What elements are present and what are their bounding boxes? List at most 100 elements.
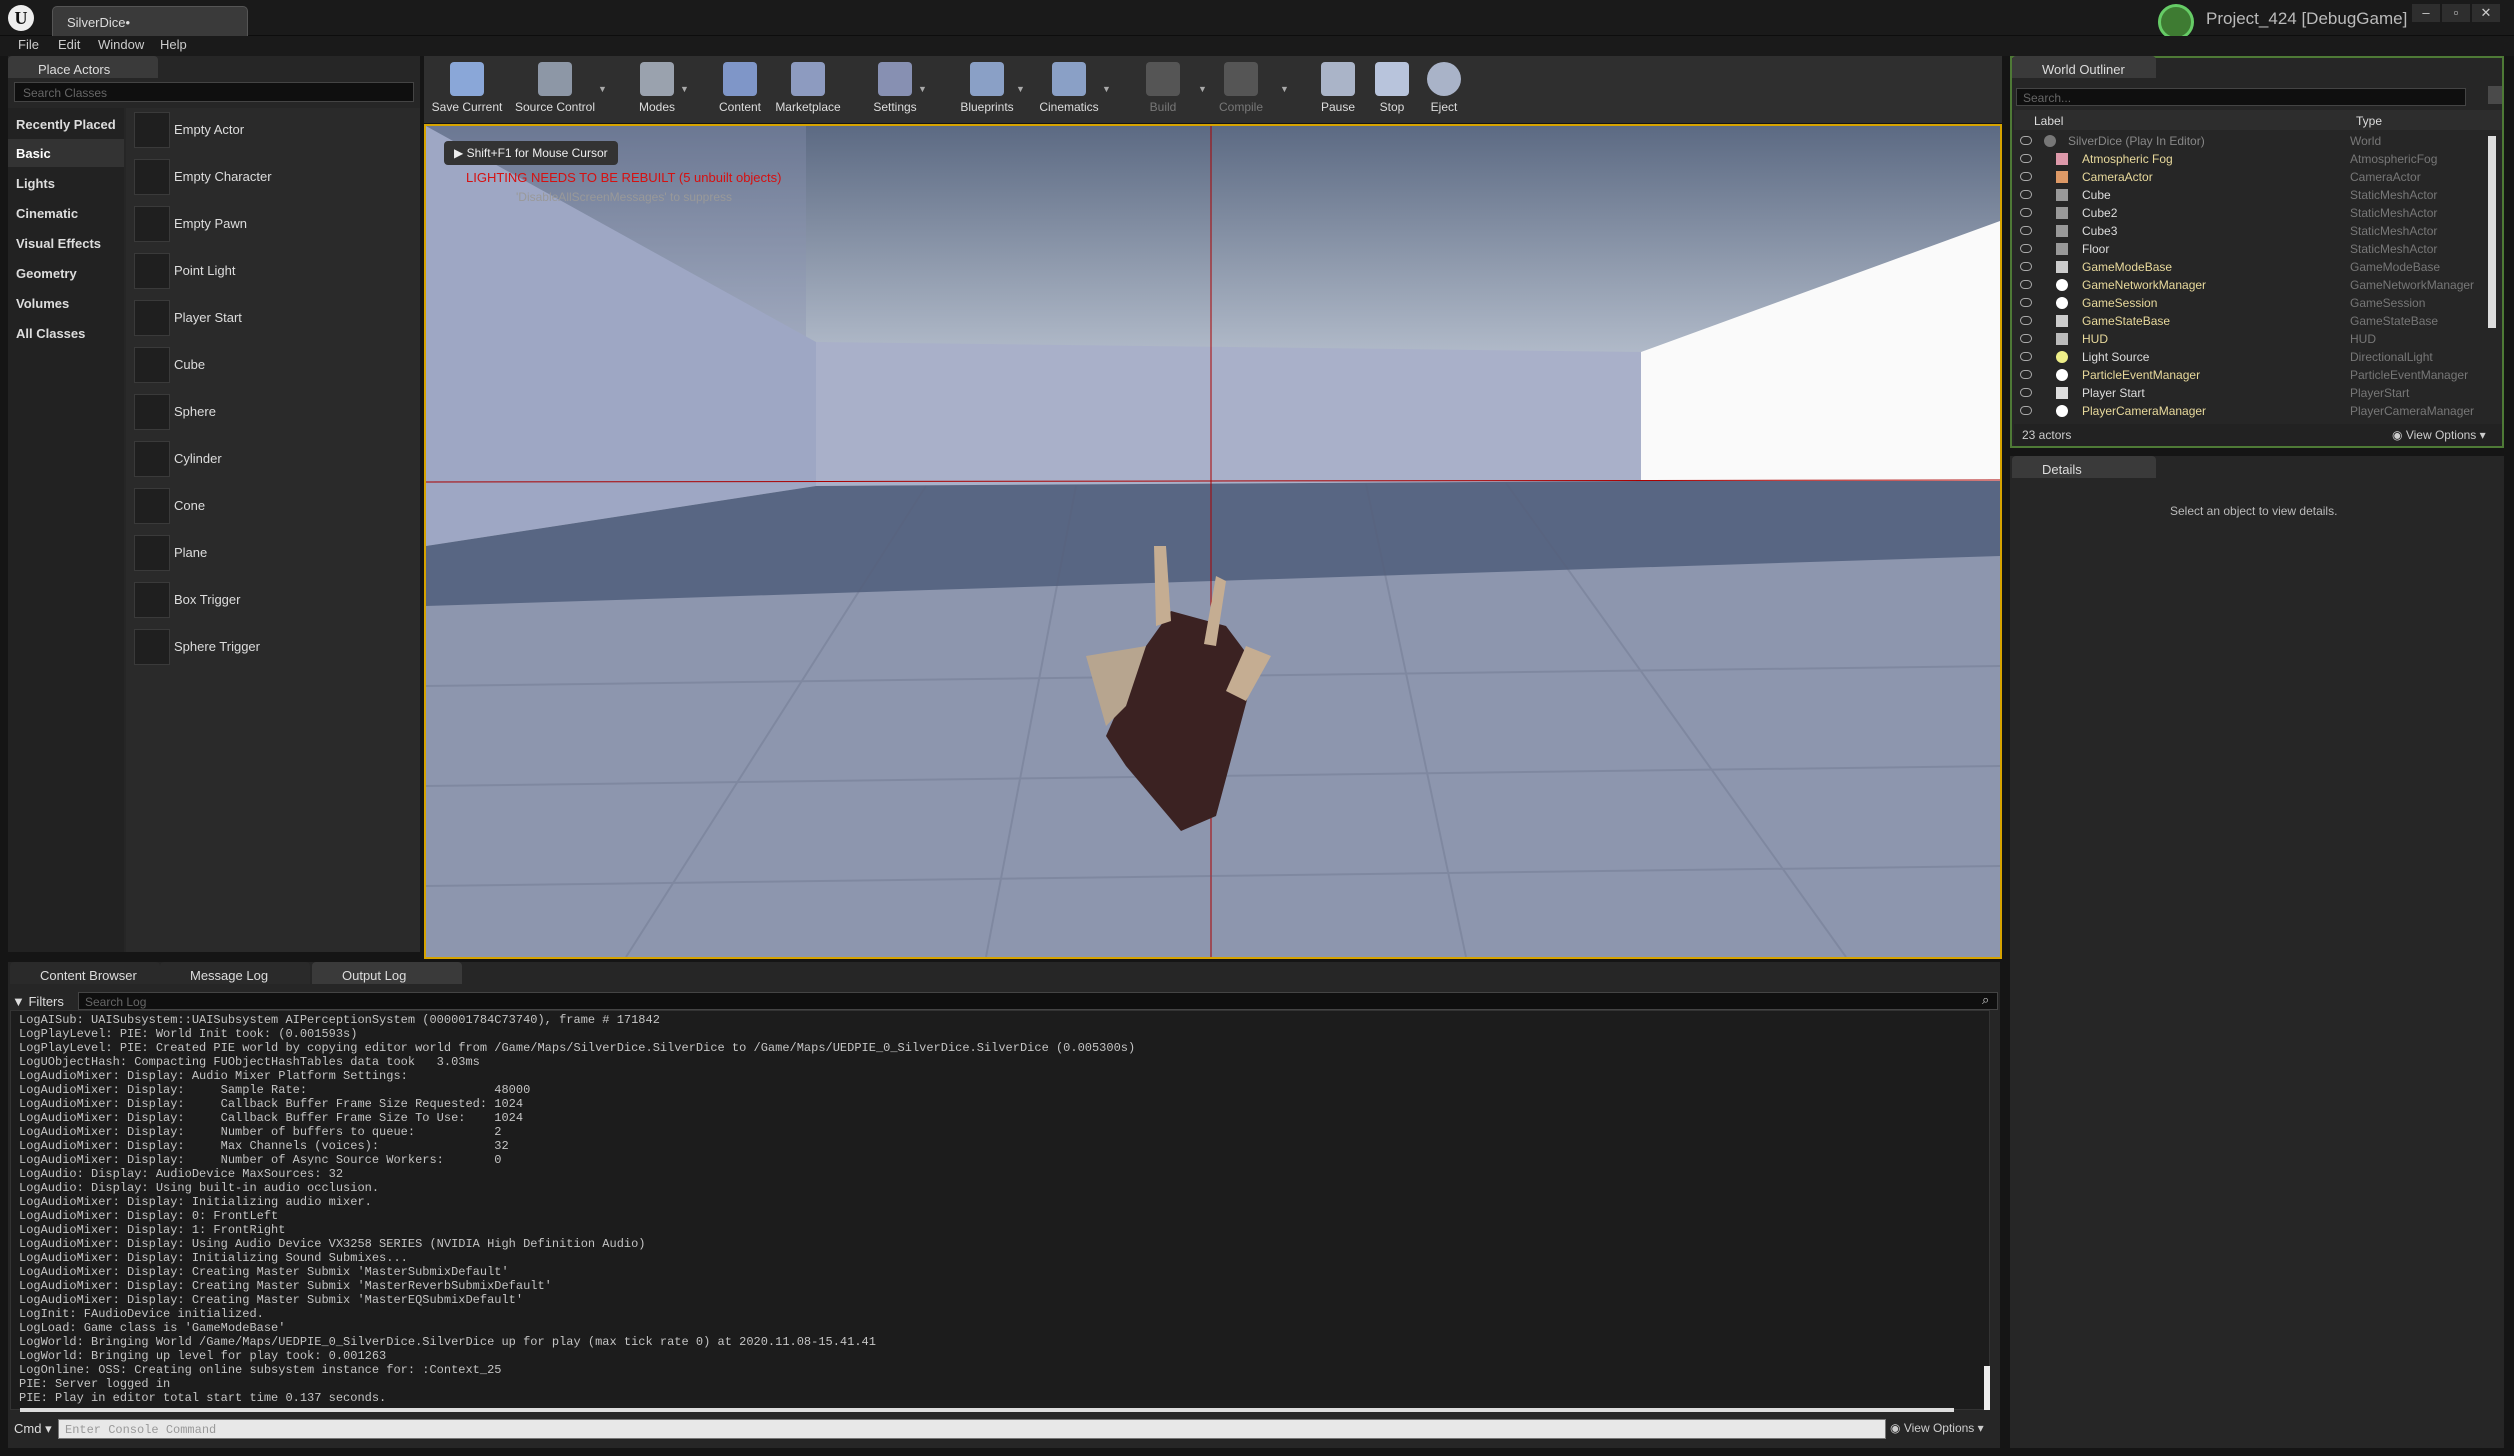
outliner-row[interactable]: HUD HUD (2014, 330, 2486, 348)
menu-file[interactable]: File (18, 37, 39, 52)
visibility-icon[interactable] (2020, 172, 2032, 181)
visibility-icon[interactable] (2020, 298, 2032, 307)
outliner-row[interactable]: CameraActor CameraActor (2014, 168, 2486, 186)
outliner-row[interactable]: Player Start PlayerStart (2014, 384, 2486, 402)
outliner-row[interactable]: Cube StaticMeshActor (2014, 186, 2486, 204)
visibility-icon[interactable] (2020, 388, 2032, 397)
marketplace-button[interactable]: Marketplace (772, 58, 844, 124)
column-type[interactable]: Type (2356, 114, 2382, 128)
category-recently-placed[interactable]: Recently Placed (8, 110, 124, 138)
outliner-row[interactable]: GameNetworkManager GameNetworkManager (2014, 276, 2486, 294)
output-log[interactable]: LogAISub: UAISubsystem::UAISubsystem AIP… (10, 1010, 1990, 1410)
search-log-input[interactable]: Search Log (78, 992, 1998, 1010)
category-visual-effects[interactable]: Visual Effects (8, 229, 124, 257)
actor-item[interactable]: Cone (130, 484, 420, 530)
actor-item[interactable]: Point Light (130, 249, 420, 295)
visibility-icon[interactable] (2020, 154, 2032, 163)
compile-button[interactable]: Compile (1202, 58, 1280, 124)
settings-dropdown[interactable]: ▼ (918, 84, 927, 94)
cmd-dropdown[interactable]: Cmd ▾ (14, 1421, 52, 1437)
tab-world-outliner[interactable]: World Outliner (2012, 56, 2156, 78)
console-command-input[interactable]: Enter Console Command (58, 1419, 1886, 1439)
outliner-row[interactable]: GameStateBase GameStateBase (2014, 312, 2486, 330)
document-tab[interactable]: SilverDice• (52, 6, 248, 36)
category-basic[interactable]: Basic (8, 139, 124, 167)
blueprints-dropdown[interactable]: ▼ (1016, 84, 1025, 94)
menu-help[interactable]: Help (160, 37, 187, 52)
outliner-row[interactable]: Cube2 StaticMeshActor (2014, 204, 2486, 222)
menu-window[interactable]: Window (98, 37, 144, 52)
outliner-row[interactable]: GameSession GameSession (2014, 294, 2486, 312)
blueprints-button[interactable]: Blueprints (948, 58, 1026, 124)
tab-details[interactable]: Details (2012, 456, 2156, 478)
compile-dropdown[interactable]: ▼ (1280, 84, 1289, 94)
cinematics-button[interactable]: Cinematics (1030, 58, 1108, 124)
level-viewport[interactable] (424, 124, 2002, 959)
outliner-row[interactable]: SilverDice (Play In Editor) World (2014, 132, 2486, 150)
visibility-icon[interactable] (2020, 136, 2032, 145)
actor-item[interactable]: Empty Character (130, 155, 420, 201)
log-hscrollbar[interactable] (20, 1408, 1954, 1412)
search-classes-input[interactable]: Search Classes (14, 82, 414, 102)
tab-output-log[interactable]: Output Log (312, 962, 462, 984)
outliner-row[interactable]: Floor StaticMeshActor (2014, 240, 2486, 258)
category-volumes[interactable]: Volumes (8, 289, 124, 317)
filters-dropdown[interactable]: ▼ Filters (12, 994, 64, 1009)
outliner-search-input[interactable]: Search... (2016, 88, 2466, 106)
visibility-icon[interactable] (2020, 316, 2032, 325)
add-filter-button[interactable] (2488, 86, 2502, 104)
tab-place-actors[interactable]: Place Actors (8, 56, 158, 78)
outliner-row[interactable]: ParticleEventManager ParticleEventManager (2014, 366, 2486, 384)
outliner-row[interactable]: Atmospheric Fog AtmosphericFog (2014, 150, 2486, 168)
outliner-row[interactable]: GameModeBase GameModeBase (2014, 258, 2486, 276)
menu-edit[interactable]: Edit (58, 37, 80, 52)
source-control-dropdown[interactable]: ▼ (598, 84, 607, 94)
outliner-row[interactable]: PlayerCameraManager PlayerCameraManager (2014, 402, 2486, 420)
visibility-icon[interactable] (2020, 352, 2032, 361)
project-badge-icon[interactable] (2158, 4, 2194, 40)
source-control-button[interactable]: Source Control (508, 58, 602, 124)
actor-item[interactable]: Box Trigger (130, 578, 420, 624)
eject-button[interactable]: Eject (1416, 58, 1472, 124)
column-label[interactable]: Label (2034, 114, 2063, 128)
visibility-icon[interactable] (2020, 244, 2032, 253)
category-geometry[interactable]: Geometry (8, 259, 124, 287)
build-button[interactable]: Build (1124, 58, 1202, 124)
actor-item[interactable]: Plane (130, 531, 420, 577)
actor-item[interactable]: Cylinder (130, 437, 420, 483)
minimize-button[interactable]: – (2412, 4, 2440, 22)
visibility-icon[interactable] (2020, 370, 2032, 379)
outliner-row[interactable]: Cube3 StaticMeshActor (2014, 222, 2486, 240)
visibility-icon[interactable] (2020, 406, 2032, 415)
outliner-view-options-button[interactable]: ◉ View Options ▾ (2392, 428, 2486, 442)
visibility-icon[interactable] (2020, 208, 2032, 217)
actor-item[interactable]: Cube (130, 343, 420, 389)
close-button[interactable]: ✕ (2472, 4, 2500, 22)
category-all-classes[interactable]: All Classes (8, 319, 124, 347)
visibility-icon[interactable] (2020, 226, 2032, 235)
outliner-scrollbar[interactable] (2488, 136, 2496, 328)
log-scrollbar[interactable] (1984, 1366, 1990, 1410)
stop-button[interactable]: Stop (1364, 58, 1420, 124)
maximize-button[interactable]: ▫ (2442, 4, 2470, 22)
outliner-row[interactable]: Light Source DirectionalLight (2014, 348, 2486, 366)
actor-item[interactable]: Sphere Trigger (130, 625, 420, 671)
visibility-icon[interactable] (2020, 280, 2032, 289)
category-lights[interactable]: Lights (8, 169, 124, 197)
modes-dropdown[interactable]: ▼ (680, 84, 689, 94)
unreal-logo-icon[interactable]: U (8, 5, 34, 31)
save-current-button[interactable]: Save Current (428, 58, 506, 124)
tab-message-log[interactable]: Message Log (160, 962, 310, 984)
actor-item[interactable]: Sphere (130, 390, 420, 436)
tab-content-browser[interactable]: Content Browser (10, 962, 160, 984)
actor-item[interactable]: Empty Pawn (130, 202, 420, 248)
category-cinematic[interactable]: Cinematic (8, 199, 124, 227)
visibility-icon[interactable] (2020, 334, 2032, 343)
cinematics-dropdown[interactable]: ▼ (1102, 84, 1111, 94)
actor-item[interactable]: Player Start (130, 296, 420, 342)
pause-button[interactable]: Pause (1310, 58, 1366, 124)
log-view-options-button[interactable]: ◉ View Options ▾ (1890, 1421, 1984, 1435)
visibility-icon[interactable] (2020, 262, 2032, 271)
actor-item[interactable]: Empty Actor (130, 108, 420, 154)
content-button[interactable]: Content (704, 58, 776, 124)
